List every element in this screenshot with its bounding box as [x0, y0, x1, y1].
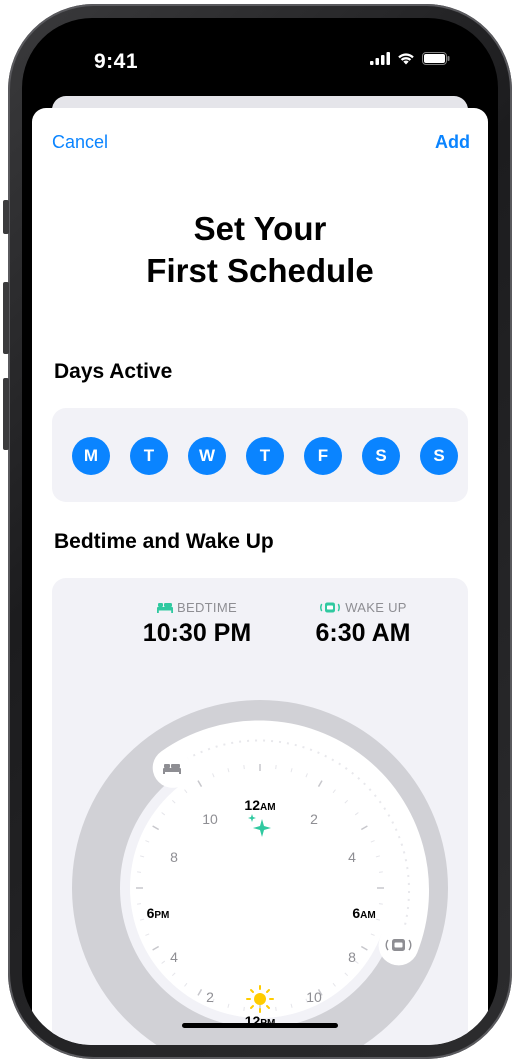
- sleep-schedule-card: BEDTIME 10:30 PM WAKE UP 6:30 AM 12AM 2 …: [52, 578, 468, 1045]
- day-saturday-button[interactable]: S: [362, 437, 400, 475]
- dynamic-island: [202, 42, 324, 78]
- clock-label-8am: 8: [348, 949, 356, 965]
- battery-icon: [422, 52, 450, 65]
- clock-tick: [378, 871, 384, 873]
- clock-label-2pm: 2: [206, 989, 214, 1005]
- day-sunday-button[interactable]: S: [420, 437, 458, 475]
- page-title: Set Your First Schedule: [32, 208, 488, 292]
- volume-down-button: [3, 378, 9, 450]
- cellular-signal-icon: [370, 52, 390, 65]
- clock-tick: [243, 1006, 245, 1012]
- day-wednesday-button[interactable]: W: [188, 437, 226, 475]
- title-line-1: Set Your: [193, 210, 327, 247]
- schedule-sheet: Cancel Add Set Your First Schedule Days …: [32, 108, 488, 1045]
- clock-label-8pm: 8: [170, 849, 178, 865]
- days-active-label: Days Active: [54, 360, 173, 383]
- action-button: [3, 200, 9, 234]
- day-monday-button[interactable]: M: [72, 437, 110, 475]
- day-friday-button[interactable]: F: [304, 437, 342, 475]
- day-tuesday-button[interactable]: T: [130, 437, 168, 475]
- clock-label-10am: 10: [306, 989, 322, 1005]
- clock-label-4am: 4: [348, 849, 356, 865]
- sun-icon: [246, 985, 274, 1013]
- clock-tick: [378, 903, 384, 905]
- clock-tick: [275, 764, 277, 770]
- wifi-icon: [398, 53, 414, 65]
- sleep-clock-dial[interactable]: 12AM 2 4 6AM 8 10 12PM 2 4 6PM 8 10: [52, 578, 468, 1045]
- cancel-button[interactable]: Cancel: [52, 132, 108, 153]
- day-thursday-button[interactable]: T: [246, 437, 284, 475]
- title-line-2: First Schedule: [146, 252, 374, 289]
- bedtime-wakeup-label: Bedtime and Wake Up: [54, 530, 274, 553]
- home-indicator: [182, 1023, 338, 1028]
- wakeup-handle[interactable]: [380, 927, 417, 964]
- clock-label-10pm: 10: [202, 811, 218, 827]
- clock-tick: [136, 871, 142, 873]
- clock-tick: [243, 764, 245, 770]
- clock-tick: [275, 1006, 277, 1012]
- status-bar: 9:41: [22, 18, 498, 102]
- days-selector: M T W T F S S: [52, 408, 468, 502]
- volume-up-button: [3, 282, 9, 354]
- status-icons: [370, 52, 450, 65]
- add-button[interactable]: Add: [435, 132, 470, 153]
- clock-label-4pm: 4: [170, 949, 178, 965]
- screen: 9:41 Cancel Add Set Your First Schedule …: [22, 18, 498, 1045]
- bedtime-handle[interactable]: [154, 749, 191, 786]
- clock-label-2am: 2: [310, 811, 318, 827]
- status-time: 9:41: [94, 50, 139, 73]
- clock-tick: [136, 903, 142, 905]
